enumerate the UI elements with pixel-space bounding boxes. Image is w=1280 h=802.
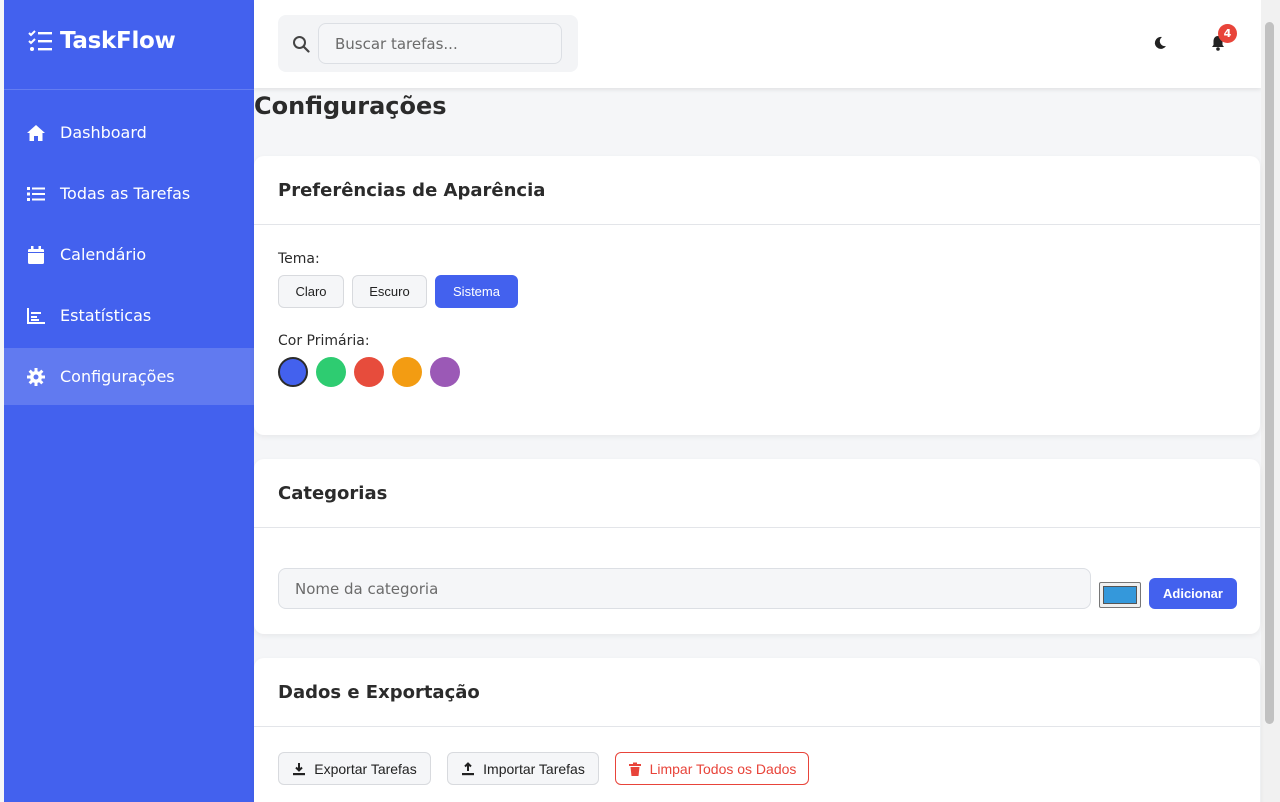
categories-card: Categorias Adicionar [254, 459, 1260, 634]
trash-icon [628, 762, 641, 776]
card-title: Categorias [254, 459, 1260, 528]
color-option-orange[interactable] [392, 357, 422, 387]
upload-icon [462, 761, 475, 775]
sidebar-item-calendar[interactable]: Calendário [4, 226, 254, 283]
sidebar-item-label: Calendário [60, 245, 147, 264]
topbar: 4 [254, 0, 1261, 88]
category-color-picker[interactable] [1099, 582, 1141, 608]
color-option-green[interactable] [316, 357, 346, 387]
clear-all-data-button[interactable]: Limpar Todos os Dados [615, 752, 809, 785]
category-name-input[interactable] [278, 568, 1091, 609]
moon-icon[interactable] [1152, 35, 1168, 51]
sidebar-item-dashboard[interactable]: Dashboard [4, 104, 254, 161]
sidebar-nav: Dashboard Todas as Tarefas Calendário Es… [4, 104, 254, 405]
clear-label: Limpar Todos os Dados [649, 760, 797, 777]
scrollbar-thumb[interactable] [1265, 22, 1274, 724]
sidebar: TaskFlow Dashboard Todas as Tarefas Cale… [4, 0, 254, 802]
primary-color-label: Cor Primária: [278, 333, 370, 349]
download-icon [293, 762, 306, 775]
tasks-logo-icon [28, 29, 52, 51]
color-swatch [1103, 586, 1137, 604]
theme-light-button[interactable]: Claro [278, 275, 344, 308]
sidebar-item-label: Dashboard [60, 123, 147, 142]
sidebar-item-settings[interactable]: Configurações [4, 348, 254, 405]
color-option-blue[interactable] [278, 357, 308, 387]
card-title: Dados e Exportação [254, 658, 1260, 727]
home-icon [26, 123, 46, 143]
export-label: Exportar Tarefas [314, 760, 417, 777]
search-icon [293, 36, 310, 53]
theme-label: Tema: [278, 251, 320, 267]
logo[interactable]: TaskFlow [4, 0, 254, 90]
sidebar-item-statistics[interactable]: Estatísticas [4, 287, 254, 344]
import-label: Importar Tarefas [483, 760, 585, 777]
import-tasks-button[interactable]: Importar Tarefas [447, 752, 599, 785]
theme-dark-button[interactable]: Escuro [352, 275, 427, 308]
list-icon [26, 184, 46, 204]
notification-badge: 4 [1218, 24, 1237, 43]
theme-system-button[interactable]: Sistema [435, 275, 518, 308]
appearance-card: Preferências de Aparência Tema: Claro Es… [254, 156, 1260, 435]
chart-icon [26, 306, 46, 326]
search-input[interactable] [318, 23, 562, 64]
sidebar-item-label: Estatísticas [60, 306, 152, 325]
add-category-button[interactable]: Adicionar [1149, 578, 1237, 609]
page-title: Configurações [254, 92, 447, 120]
gear-icon [26, 367, 46, 387]
calendar-icon [26, 245, 46, 265]
search-box [278, 15, 578, 72]
sidebar-item-label: Todas as Tarefas [60, 184, 191, 203]
color-option-red[interactable] [354, 357, 384, 387]
sidebar-item-label: Configurações [60, 367, 175, 386]
data-export-card: Dados e Exportação Exportar Tarefas Impo… [254, 658, 1260, 802]
app-name: TaskFlow [60, 27, 176, 54]
sidebar-item-all-tasks[interactable]: Todas as Tarefas [4, 165, 254, 222]
card-title: Preferências de Aparência [254, 156, 1260, 225]
export-tasks-button[interactable]: Exportar Tarefas [278, 752, 431, 785]
color-option-purple[interactable] [430, 357, 460, 387]
